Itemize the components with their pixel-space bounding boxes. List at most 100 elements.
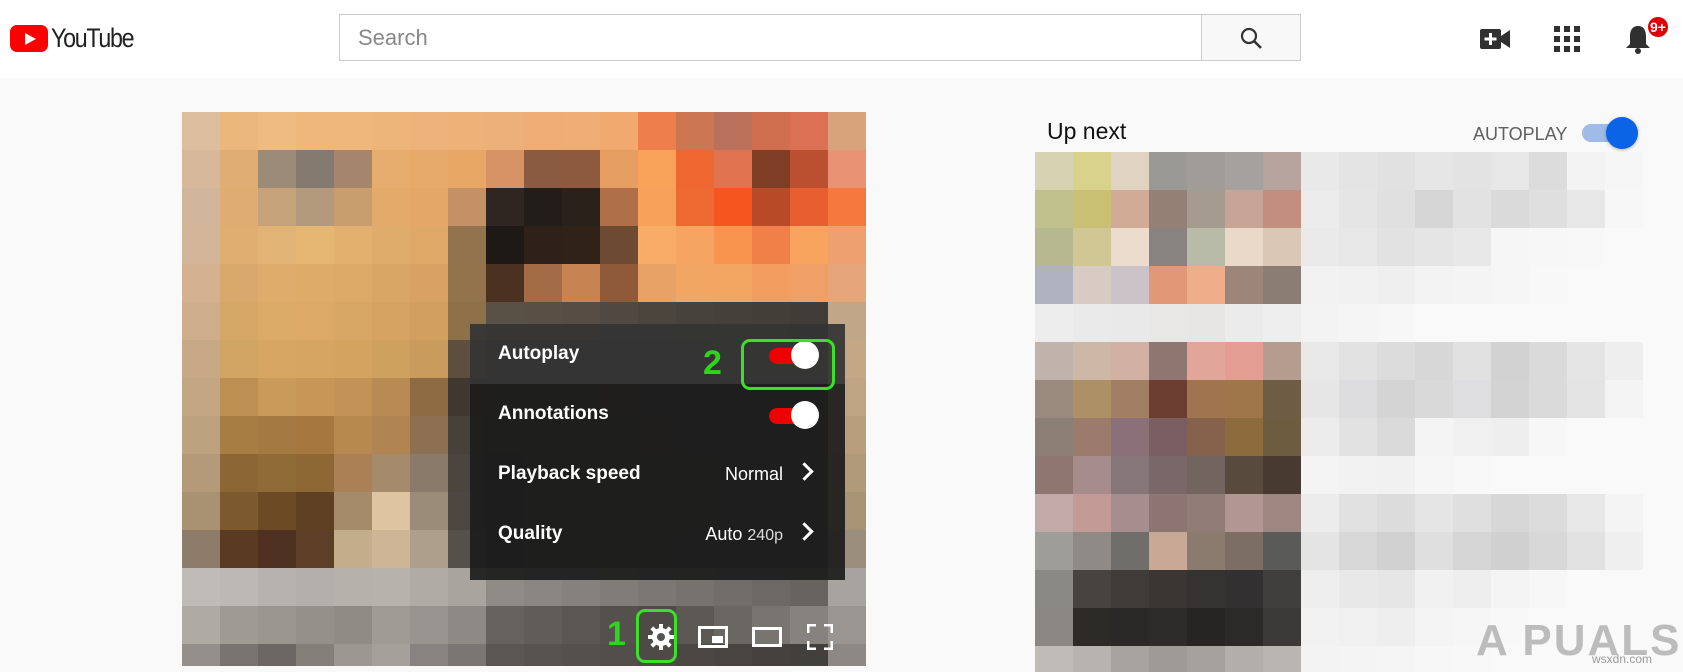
video-pixel: [410, 112, 448, 150]
video-pixel: [258, 606, 296, 644]
thumbnail-pixel: [1491, 418, 1529, 456]
thumbnail-pixel: [1187, 494, 1225, 532]
video-pixel: [448, 226, 486, 264]
thumbnail-pixel: [1035, 380, 1073, 418]
apps-button[interactable]: [1550, 22, 1584, 56]
thumbnail-pixel: [1453, 266, 1491, 304]
video-pixel: [258, 378, 296, 416]
thumbnail-pixel: [1377, 494, 1415, 532]
thumbnail-pixel: [1263, 228, 1301, 266]
thumbnail-pixel: [1605, 380, 1643, 418]
sidebar-autoplay-toggle[interactable]: [1582, 117, 1640, 149]
video-pixel: [638, 150, 676, 188]
miniplayer-button[interactable]: [692, 616, 734, 658]
thumbnail-pixel: [1149, 304, 1187, 342]
thumbnail-pixel: [1415, 532, 1453, 570]
brand-name: YouTube: [51, 22, 135, 53]
thumbnail-pixel: [1225, 570, 1263, 608]
video-pixel: [334, 606, 372, 644]
menu-item-annotations[interactable]: Annotations: [470, 384, 845, 444]
thumbnail-pixel: [1149, 570, 1187, 608]
thumbnail-pixel: [1415, 266, 1453, 304]
thumbnail-pixel: [1225, 266, 1263, 304]
video-pixel: [220, 530, 258, 568]
thumbnail-pixel: [1073, 608, 1111, 646]
thumbnail-pixel: [1073, 494, 1111, 532]
thumbnail-pixel: [1339, 456, 1377, 494]
video-pixel: [258, 112, 296, 150]
video-pixel: [296, 302, 334, 340]
thumbnail-pixel: [1491, 532, 1529, 570]
video-pixel: [714, 112, 752, 150]
search-input[interactable]: [339, 14, 1220, 61]
thumbnail-pixel: [1491, 342, 1529, 380]
video-pixel: [182, 264, 220, 302]
thumbnail-pixel: [1149, 380, 1187, 418]
video-pixel: [296, 150, 334, 188]
thumbnail-pixel: [1339, 418, 1377, 456]
thumbnail-pixel: [1035, 456, 1073, 494]
thumbnail-pixel: [1491, 190, 1529, 228]
thumbnail-pixel: [1415, 456, 1453, 494]
thumbnail-pixel: [1377, 532, 1415, 570]
video-pixel: [296, 568, 334, 606]
video-pixel: [714, 150, 752, 188]
menu-item-playback-speed[interactable]: Playback speed Normal: [470, 444, 845, 504]
thumbnail-pixel: [1605, 190, 1643, 228]
video-pixel: [676, 226, 714, 264]
video-pixel: [296, 416, 334, 454]
chevron-right-icon: [795, 462, 814, 481]
video-pixel: [790, 188, 828, 226]
thumbnail-pixel: [1301, 266, 1339, 304]
video-pixel: [562, 150, 600, 188]
thumbnail-pixel: [1339, 570, 1377, 608]
thumbnail-pixel: [1453, 190, 1491, 228]
quality-resolution: 240p: [747, 526, 783, 544]
thumbnail-pixel: [1035, 266, 1073, 304]
video-pixel: [524, 188, 562, 226]
video-pixel: [296, 378, 334, 416]
video-pixel: [410, 340, 448, 378]
create-video-icon: [1480, 29, 1510, 49]
search-button[interactable]: [1201, 14, 1301, 61]
thumbnail-pixel: [1301, 228, 1339, 266]
video-pixel: [182, 454, 220, 492]
thumbnail-pixel: [1377, 418, 1415, 456]
thumbnail-pixel: [1605, 532, 1643, 570]
video-pixel: [372, 112, 410, 150]
menu-item-quality[interactable]: Quality Auto 240p: [470, 504, 845, 564]
thumbnail-pixel: [1149, 456, 1187, 494]
video-pixel: [182, 530, 220, 568]
theater-mode-button[interactable]: [746, 616, 788, 658]
annotations-toggle[interactable]: [767, 401, 821, 429]
video-pixel: [258, 264, 296, 302]
video-pixel: [828, 264, 866, 302]
autoplay-label: Autoplay: [498, 343, 580, 364]
thumbnail-pixel: [1301, 152, 1339, 190]
video-pixel: [296, 112, 334, 150]
thumbnail-pixel: [1225, 456, 1263, 494]
quality-label: Quality: [498, 523, 563, 544]
video-pixel: [372, 644, 410, 666]
up-next-thumbnails[interactable]: [1035, 152, 1645, 672]
video-pixel: [752, 112, 790, 150]
thumbnail-pixel: [1567, 152, 1605, 190]
thumbnail-pixel: [1339, 342, 1377, 380]
video-pixel: [676, 188, 714, 226]
video-pixel: [676, 112, 714, 150]
thumbnail-pixel: [1605, 570, 1643, 608]
thumbnail-pixel: [1567, 266, 1605, 304]
youtube-logo[interactable]: YouTube: [10, 22, 147, 53]
search-bar: [339, 14, 1301, 61]
thumbnail-pixel: [1567, 342, 1605, 380]
create-video-button[interactable]: [1478, 22, 1512, 56]
fullscreen-button[interactable]: [799, 616, 841, 658]
thumbnail-pixel: [1415, 380, 1453, 418]
video-pixel: [600, 264, 638, 302]
video-pixel: [258, 188, 296, 226]
thumbnail-pixel: [1073, 570, 1111, 608]
thumbnail-pixel: [1111, 494, 1149, 532]
thumbnail-pixel: [1225, 342, 1263, 380]
thumbnail-pixel: [1035, 646, 1073, 672]
thumbnail-pixel: [1111, 380, 1149, 418]
